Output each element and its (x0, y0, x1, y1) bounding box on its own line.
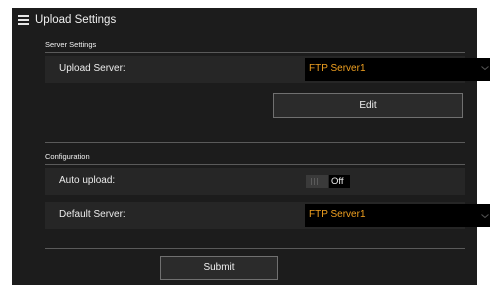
toggle-track (306, 175, 328, 188)
hamburger-menu-icon[interactable] (17, 13, 31, 27)
upload-server-label: Upload Server: (59, 63, 126, 74)
default-server-select[interactable]: FTP Server1 (305, 204, 490, 227)
default-server-value: FTP Server1 (309, 209, 366, 220)
server-settings-heading: Server Settings (45, 40, 97, 49)
page-title: Upload Settings (35, 14, 117, 26)
chevron-down-icon (481, 212, 489, 220)
footer-divider (45, 248, 465, 249)
server-settings-divider (45, 52, 465, 53)
auto-upload-row: Auto upload: Off (45, 168, 465, 195)
edit-button[interactable]: Edit (273, 93, 463, 118)
upload-server-value: FTP Server1 (309, 63, 366, 74)
default-server-row: Default Server: FTP Server1 (45, 202, 490, 229)
section-divider (45, 142, 465, 143)
auto-upload-toggle[interactable]: Off (306, 175, 350, 188)
upload-server-row: Upload Server: FTP Server1 (45, 56, 490, 83)
upload-server-select[interactable]: FTP Server1 (305, 58, 490, 81)
title-bar: Upload Settings (12, 8, 477, 34)
configuration-divider (45, 164, 465, 165)
auto-upload-label: Auto upload: (59, 175, 116, 186)
configuration-heading: Configuration (45, 152, 90, 161)
submit-button[interactable]: Submit (160, 256, 278, 280)
auto-upload-state: Off (329, 175, 350, 188)
chevron-down-icon (481, 64, 489, 72)
default-server-label: Default Server: (59, 209, 126, 220)
upload-settings-panel: Upload Settings Server Settings Upload S… (12, 8, 490, 285)
